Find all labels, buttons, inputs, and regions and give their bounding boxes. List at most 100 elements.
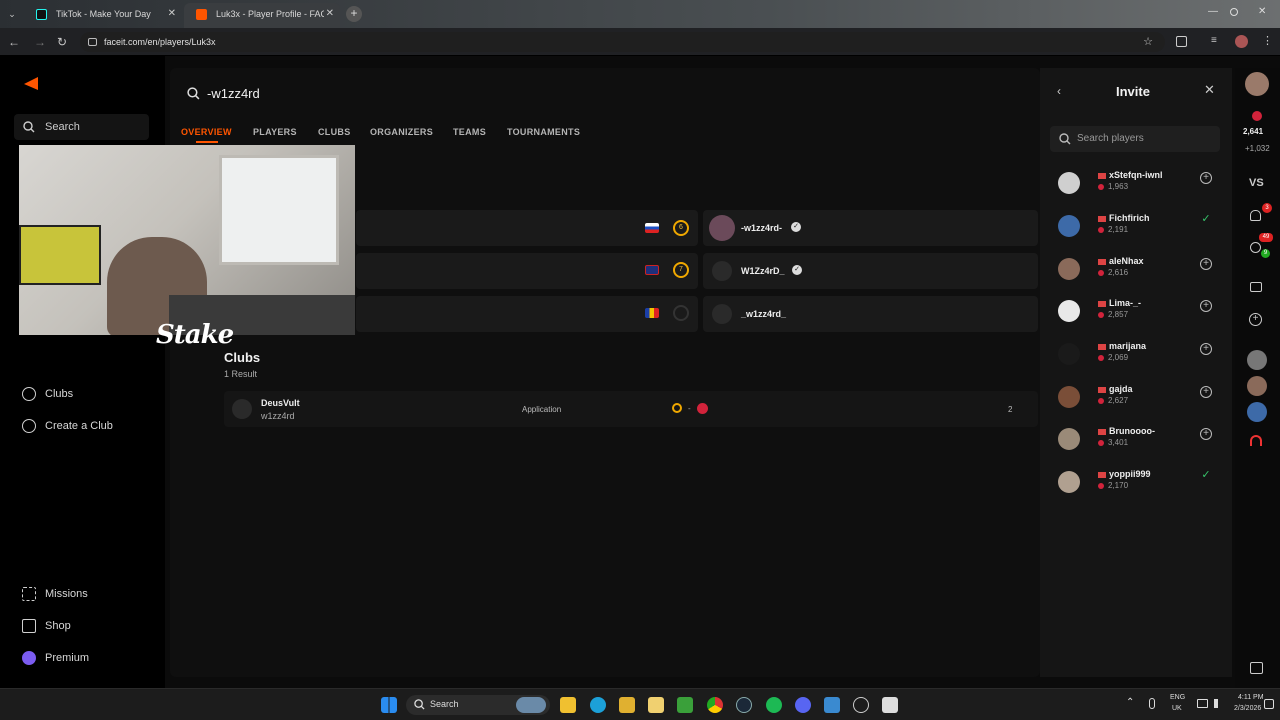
invited-check-icon[interactable]: ✓ xyxy=(1200,470,1212,483)
url-text: faceit.com/en/players/Luk3x xyxy=(104,37,216,47)
clock-time[interactable]: 4:11 PM xyxy=(1238,694,1264,701)
friend-avatar[interactable] xyxy=(1247,350,1267,370)
menu-dots-icon[interactable]: ⋮ xyxy=(1262,34,1273,47)
close-tab-icon[interactable]: ✕ xyxy=(326,3,334,25)
back-chevron-icon[interactable]: ‹ xyxy=(1057,84,1061,98)
invite-player-elo: 2,616 xyxy=(1098,268,1128,277)
headset-icon[interactable] xyxy=(1250,435,1262,446)
steam-icon[interactable] xyxy=(736,697,752,713)
url-bar[interactable]: faceit.com/en/players/Luk3x ☆ xyxy=(80,32,1165,52)
close-tab-icon[interactable]: ✕ xyxy=(168,3,176,25)
browser-tab-tiktok[interactable]: TikTok - Make Your Day ✕ xyxy=(24,3,182,28)
player-result-row[interactable]: W1Zz4rD_ ✓ xyxy=(703,253,1038,289)
chrome-icon[interactable] xyxy=(707,697,723,713)
right-strip: 2,641 +1,032 VS 3 49 9 + xyxy=(1235,68,1280,688)
restore-icon[interactable] xyxy=(1230,8,1238,16)
new-tab-button[interactable]: + xyxy=(346,6,362,22)
spotify-icon[interactable] xyxy=(766,697,782,713)
invite-player-row[interactable]: Fichfirich 2,191 ✓ xyxy=(1058,213,1218,243)
tray-overflow-icon[interactable]: ⌃ xyxy=(1126,697,1134,708)
party-icon[interactable] xyxy=(1250,282,1262,292)
forward-icon[interactable]: → xyxy=(32,34,48,50)
sidebar-item-shop[interactable]: Shop xyxy=(22,617,71,635)
chat-toggle-icon[interactable] xyxy=(1250,662,1263,674)
language-line1[interactable]: ENG xyxy=(1170,694,1185,701)
skill-level-badge: 6 xyxy=(673,220,689,236)
vs-button[interactable]: VS xyxy=(1249,177,1264,189)
faceit-logo-icon[interactable] xyxy=(23,76,39,92)
extensions-icon[interactable] xyxy=(1176,36,1187,47)
avatar xyxy=(709,215,735,241)
tab-overview[interactable]: OVERVIEW xyxy=(181,127,232,137)
invite-add-icon[interactable]: + xyxy=(1200,428,1212,440)
friends-icon[interactable] xyxy=(1250,242,1261,253)
reload-icon[interactable]: ↻ xyxy=(54,34,70,50)
bookmark-star-icon[interactable]: ☆ xyxy=(1143,32,1153,52)
speaker-icon[interactable] xyxy=(1214,699,1222,708)
sidebar-item-missions[interactable]: Missions xyxy=(22,585,88,603)
taskbar-search[interactable]: Search xyxy=(406,695,550,715)
invite-player-row[interactable]: yoppii999 2,170 ✓ xyxy=(1058,469,1218,499)
add-friend-icon[interactable]: + xyxy=(1249,313,1262,326)
file-explorer-icon[interactable] xyxy=(560,697,576,713)
club-row[interactable]: DeusVult w1zz4rd Application - 2 xyxy=(224,391,1038,427)
language-line2[interactable]: UK xyxy=(1172,705,1182,712)
window-close-icon[interactable]: ✕ xyxy=(1258,6,1266,17)
notifications-icon[interactable] xyxy=(1264,699,1274,709)
invite-add-icon[interactable]: + xyxy=(1200,300,1212,312)
invite-player-name: yoppii999 xyxy=(1098,469,1151,479)
friend-avatar[interactable] xyxy=(1247,376,1267,396)
app-icon[interactable] xyxy=(853,697,869,713)
sidebar-item-clubs[interactable]: Clubs xyxy=(22,385,73,403)
user-avatar[interactable] xyxy=(1245,72,1269,96)
bell-icon[interactable] xyxy=(1250,210,1261,221)
tab-teams[interactable]: TEAMS xyxy=(453,127,486,137)
tab-search-icon[interactable]: ⌄ xyxy=(4,6,20,22)
tab-players[interactable]: PLAYERS xyxy=(253,127,297,137)
invite-player-row[interactable]: Brunoooo- 3,401 + xyxy=(1058,426,1218,456)
club-level-max-icon xyxy=(697,403,708,414)
invite-player-row[interactable]: aleNhax 2,616 + xyxy=(1058,256,1218,286)
edge-icon[interactable] xyxy=(590,697,606,713)
invite-player-row[interactable]: marijana 2,069 + xyxy=(1058,341,1218,371)
browser-tab-bar: ⌄ TikTok - Make Your Day ✕ Luk3x - Playe… xyxy=(0,0,1280,28)
sidebar-search[interactable]: Search xyxy=(14,114,149,140)
network-icon[interactable] xyxy=(1197,699,1208,708)
windows-start-icon[interactable] xyxy=(381,697,397,713)
player-result-row[interactable]: _w1zz4rd_ xyxy=(703,296,1038,332)
clock-date[interactable]: 2/3/2026 xyxy=(1234,705,1261,712)
store-icon[interactable] xyxy=(619,697,635,713)
invite-player-row[interactable]: Lima-_- 2,857 + xyxy=(1058,298,1218,328)
xbox-icon[interactable] xyxy=(677,697,693,713)
clubs-result-count: 1 Result xyxy=(224,369,258,379)
invite-add-icon[interactable]: + xyxy=(1200,172,1212,184)
discord-icon[interactable] xyxy=(795,697,811,713)
notepad-icon[interactable] xyxy=(824,697,840,713)
invite-player-row[interactable]: xStefqn-iwnl 1,963 + xyxy=(1058,170,1218,200)
close-icon[interactable]: ✕ xyxy=(1204,82,1215,98)
invited-check-icon[interactable]: ✓ xyxy=(1200,214,1212,227)
invite-add-icon[interactable]: + xyxy=(1200,343,1212,355)
site-info-icon[interactable] xyxy=(88,38,97,46)
invite-search-input[interactable]: Search players xyxy=(1050,126,1220,152)
minimize-icon[interactable]: — xyxy=(1208,6,1218,17)
tab-tournaments[interactable]: TOURNAMENTS xyxy=(507,127,580,137)
invite-add-icon[interactable]: + xyxy=(1200,386,1212,398)
snipping-tool-icon[interactable] xyxy=(882,697,898,713)
sidebar-item-premium[interactable]: Premium xyxy=(22,649,89,667)
sidepanel-icon[interactable]: ≡ xyxy=(1211,35,1217,46)
tab-clubs[interactable]: CLUBS xyxy=(318,127,351,137)
player-result-row[interactable]: -w1zz4rd- ✓ xyxy=(703,210,1038,246)
friend-avatar[interactable] xyxy=(1247,402,1267,422)
tab-organizers[interactable]: ORGANIZERS xyxy=(370,127,433,137)
sidebar-item-create-club[interactable]: Create a Club xyxy=(22,417,113,435)
microphone-icon[interactable] xyxy=(1149,698,1155,709)
profile-avatar-icon[interactable] xyxy=(1235,35,1248,48)
invite-player-row[interactable]: gajda 2,627 + xyxy=(1058,384,1218,414)
search-input[interactable]: -w1zz4rd xyxy=(207,86,907,104)
app-icon[interactable] xyxy=(648,697,664,713)
windows-taskbar: Search ⌃ ENG UK 4:11 PM 2/3/2026 xyxy=(0,688,1280,720)
browser-tab-faceit[interactable]: Luk3x - Player Profile - FACEIT.c ✕ xyxy=(184,3,340,28)
invite-add-icon[interactable]: + xyxy=(1200,258,1212,270)
back-icon[interactable]: ← xyxy=(6,34,22,50)
